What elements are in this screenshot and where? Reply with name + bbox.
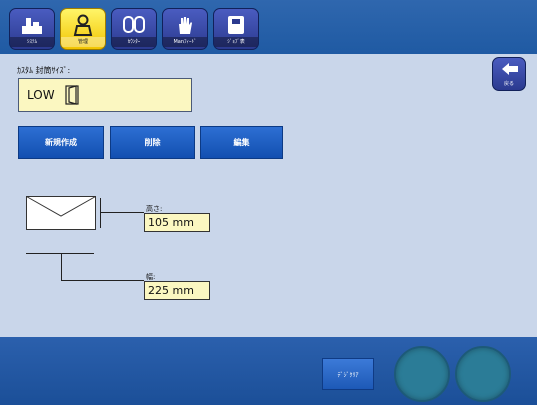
height-bracket <box>100 198 101 228</box>
custom-size-field[interactable]: LOW <box>18 78 192 112</box>
system-icon <box>10 12 54 38</box>
width-field[interactable]: 225 mm <box>144 281 210 300</box>
envelope-flap-icon <box>65 85 79 105</box>
width-stem <box>61 253 62 280</box>
job-list-icon <box>214 12 258 38</box>
custom-size-value: LOW <box>27 88 55 102</box>
tab-job-list[interactable]: ｼﾞｮﾌﾞ表 <box>213 8 259 50</box>
tab-admin[interactable]: 管理 <box>60 8 106 50</box>
start-button[interactable] <box>394 346 450 402</box>
top-toolbar: ｼｽﾃﾑ 管理 ｶｳﾝﾀｰ Manﾌｨｰﾄﾞ ｼﾞｮﾌﾞ表 <box>0 0 537 54</box>
hand-feed-icon <box>163 12 207 38</box>
tab-admin-label: 管理 <box>61 37 105 47</box>
width-bracket <box>26 253 94 254</box>
tab-manual-feed-label: Manﾌｨｰﾄﾞ <box>163 37 207 47</box>
custom-size-label: ｶｽﾀﾑ 封筒ｻｲｽﾞ: <box>17 66 71 75</box>
envelope-icon <box>26 196 96 230</box>
height-leader <box>100 212 144 213</box>
stop-button[interactable] <box>455 346 511 402</box>
width-leader <box>61 280 144 281</box>
back-button[interactable]: 戻る <box>492 57 526 91</box>
back-arrow-icon <box>502 63 518 75</box>
delete-button[interactable]: 削除 <box>110 126 195 159</box>
back-label: 戻る <box>503 81 514 87</box>
tab-counter[interactable]: ｶｳﾝﾀｰ <box>111 8 157 50</box>
person-icon <box>61 12 105 38</box>
tab-system[interactable]: ｼｽﾃﾑ <box>9 8 55 50</box>
tab-counter-label: ｶｳﾝﾀｰ <box>112 37 156 47</box>
new-button[interactable]: 新規作成 <box>18 126 104 159</box>
digit-clear-button[interactable]: ﾃﾞｼﾞｸﾘｱ <box>322 358 374 390</box>
tab-job-list-label: ｼﾞｮﾌﾞ表 <box>214 37 258 47</box>
tab-manual-feed[interactable]: Manﾌｨｰﾄﾞ <box>162 8 208 50</box>
edit-button[interactable]: 編集 <box>200 126 283 159</box>
counter-icon <box>112 12 156 38</box>
tab-system-label: ｼｽﾃﾑ <box>10 37 54 47</box>
height-field[interactable]: 105 mm <box>144 213 210 232</box>
